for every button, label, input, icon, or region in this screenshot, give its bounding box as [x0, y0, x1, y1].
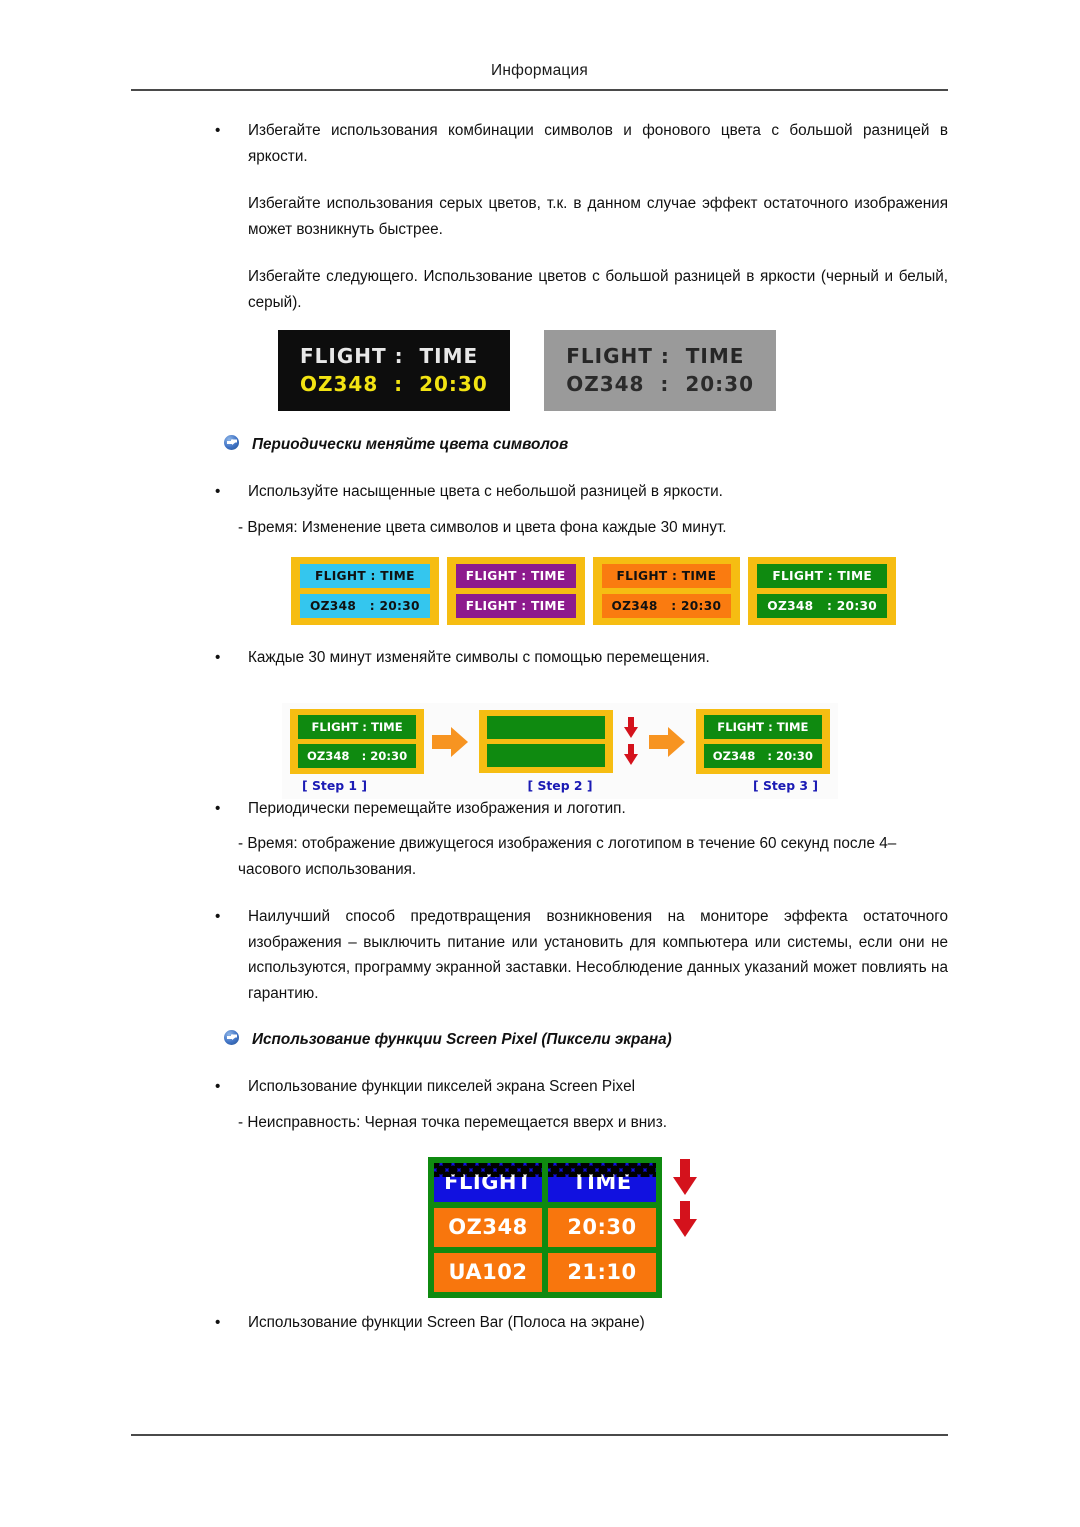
bullet-text: Периодически перемещайте изображения и л…	[248, 799, 626, 817]
panel-line-scrolled-1: KA1710 : 12:00 AA0025 : 12:35	[486, 716, 605, 739]
arrow-bullet-icon	[224, 1030, 239, 1045]
board-cell-time: 20:30	[548, 1208, 656, 1247]
bullet-item-contrast: • Избегайте использования комбинации сим…	[0, 118, 1080, 169]
paragraph-avoid-following: Избегайте следующего. Использование цвет…	[248, 268, 948, 311]
arrow-bullet-icon	[224, 435, 239, 450]
bullet-item-move-images: • Периодически перемещайте изображения и…	[0, 796, 1080, 822]
bullet-item-saturated: • Используйте насыщенные цвета с небольш…	[0, 479, 1080, 505]
display-panel-purple: FLIGHT : TIME FLIGHT : TIME	[446, 557, 585, 625]
board-header-time: TIME	[548, 1163, 656, 1202]
bullet-text: Использование функции пикселей экрана Sc…	[248, 1078, 636, 1095]
bullet-dot: •	[215, 483, 221, 500]
board-cell-time: 21:10	[548, 1253, 656, 1292]
bullet-text: Избегайте использования комбинации симво…	[248, 122, 948, 165]
panel-line-header: FLIGHT : TIME	[300, 564, 430, 588]
display-panel-step3: FLIGHT : TIME OZ348 : 20:30	[695, 709, 830, 774]
sub-note-time-30min: - Время: Изменение цвета символов и цвет…	[238, 518, 727, 536]
panel-line-data: OZ348 : 20:30	[566, 372, 754, 396]
panel-line-header: FLIGHT : TIME	[298, 715, 417, 739]
page-header-title: Информация	[491, 62, 588, 79]
scroll-arrows-group	[623, 717, 639, 766]
panel-line-header: FLIGHT : TIME	[455, 564, 576, 588]
arrow-down-icon	[623, 744, 639, 766]
panel-line-data: OZ348 : 20:30	[601, 594, 732, 618]
display-panel-step2: KA1710 : 12:00 AA0025 : 12:35 UA0110 : 1…	[478, 710, 613, 773]
board-row: UA102 21:10	[434, 1253, 656, 1292]
panel-line-header: FLIGHT : TIME	[757, 564, 888, 588]
sub-note-black-dot: - Неисправность: Черная точка перемещает…	[238, 1113, 667, 1131]
bullet-dot: •	[215, 649, 221, 666]
panel-line-data: OZ348 : 20:30	[300, 594, 430, 618]
display-panel-step1: FLIGHT : TIME OZ348 : 20:30	[290, 709, 425, 774]
section-heading-screen-pixel: Использование функции Screen Pixel (Пикс…	[0, 1028, 1080, 1052]
header-rule	[131, 89, 948, 91]
panel-line-data: OZ348 : 20:30	[298, 744, 417, 768]
figure-color-panels: FLIGHT : TIME OZ348 : 20:30 FLIGHT : TIM…	[291, 557, 897, 625]
board-cell-flight-code: OZ348	[434, 1208, 542, 1247]
bullet-item-screen-bar: • Использование функции Screen Bar (Поло…	[0, 1310, 1080, 1336]
bullet-text: Использование функции Screen Bar (Полоса…	[248, 1314, 645, 1331]
panel-line-header: FLIGHT : TIME	[566, 344, 745, 368]
footer-rule	[131, 1434, 948, 1436]
board-header-flight: FLIGHT	[434, 1163, 542, 1202]
display-panel-orange: FLIGHT : TIME OZ348 : 20:30	[592, 557, 741, 625]
panel-line-data: FLIGHT : TIME	[455, 594, 576, 618]
board-row: OZ348 20:30	[434, 1208, 656, 1247]
black-pixel-dots-overlay	[548, 1163, 656, 1177]
bullet-text: Используйте насыщенные цвета с небольшой…	[248, 483, 723, 500]
bullet-dot: •	[215, 799, 221, 817]
panel-line-data: OZ348 : 20:30	[757, 594, 888, 618]
bullet-dot: •	[215, 1078, 221, 1095]
figure-step-diagram: FLIGHT : TIME OZ348 : 20:30 KA1710 : 12:…	[282, 703, 838, 799]
figure-screen-pixel-board: FLIGHT TIME OZ348 20:30 UA102 21:10	[428, 1157, 698, 1298]
black-pixel-dots-overlay	[434, 1163, 542, 1177]
step-labels-row: [ Step 1 ] [ Step 2 ] [ Step 3 ]	[282, 774, 838, 795]
figure-contrast-panels: FLIGHT : TIME OZ348 : 20:30 FLIGHT : TIM…	[278, 330, 776, 411]
display-panel-green: FLIGHT : TIME OZ348 : 20:30	[748, 557, 897, 625]
arrow-right-icon	[432, 726, 470, 757]
bullet-item-move-symbols: • Каждые 30 минут изменяйте символы с по…	[0, 645, 1080, 671]
display-panel-gray: FLIGHT : TIME OZ348 : 20:30	[544, 330, 776, 411]
arrow-right-icon	[649, 726, 687, 757]
step-label-2: [ Step 2 ]	[527, 778, 593, 793]
step-label-3: [ Step 3 ]	[752, 778, 818, 793]
step-diagram-row: FLIGHT : TIME OZ348 : 20:30 KA1710 : 12:…	[282, 709, 838, 774]
arrow-down-icon	[672, 1159, 698, 1195]
display-panel-black: FLIGHT : TIME OZ348 : 20:30	[278, 330, 510, 411]
bullet-dot: •	[215, 1314, 221, 1331]
bullet-text: Каждые 30 минут изменяйте символы с помо…	[248, 649, 710, 666]
bullet-item-best-method: • Наилучший способ предотвращения возник…	[0, 904, 1080, 1006]
sub-note-logo-60s: - Время: отображение движущегося изображ…	[238, 835, 897, 878]
step-label-1: [ Step 1 ]	[302, 778, 368, 793]
bullet-dot: •	[215, 908, 221, 925]
document-page: Информация • Избегайте использования ком…	[0, 0, 1080, 1527]
panel-line-data: OZ348 : 20:30	[703, 744, 822, 768]
section-heading-label: Использование функции Screen Pixel (Пикс…	[252, 1031, 672, 1048]
panel-line-header: FLIGHT : TIME	[703, 715, 822, 739]
section-heading-change-colors: Периодически меняйте цвета символов	[0, 433, 1080, 457]
bullet-item-use-screen-pixel: • Использование функции пикселей экрана …	[0, 1074, 1080, 1100]
board-header-row: FLIGHT TIME	[434, 1163, 656, 1202]
pixel-move-arrows	[672, 1159, 698, 1237]
panel-line-scrolled-2: UA0110 : 13:30 KL0125 : 13:50	[486, 744, 605, 767]
flight-board: FLIGHT TIME OZ348 20:30 UA102 21:10	[428, 1157, 662, 1298]
display-panel-cyan: FLIGHT : TIME OZ348 : 20:30	[291, 557, 439, 625]
panel-line-data: OZ348 : 20:30	[300, 372, 488, 396]
board-cell-flight-code: UA102	[434, 1253, 542, 1292]
panel-line-header: FLIGHT : TIME	[300, 344, 479, 368]
arrow-down-icon	[672, 1201, 698, 1237]
bullet-dot: •	[215, 122, 221, 139]
paragraph-gray-colors: Избегайте использования серых цветов, т.…	[248, 195, 948, 238]
bullet-text: Наилучший способ предотвращения возникно…	[248, 908, 948, 1002]
section-heading-label: Периодически меняйте цвета символов	[252, 436, 569, 453]
panel-line-header: FLIGHT : TIME	[601, 564, 732, 588]
arrow-down-icon	[623, 717, 639, 739]
